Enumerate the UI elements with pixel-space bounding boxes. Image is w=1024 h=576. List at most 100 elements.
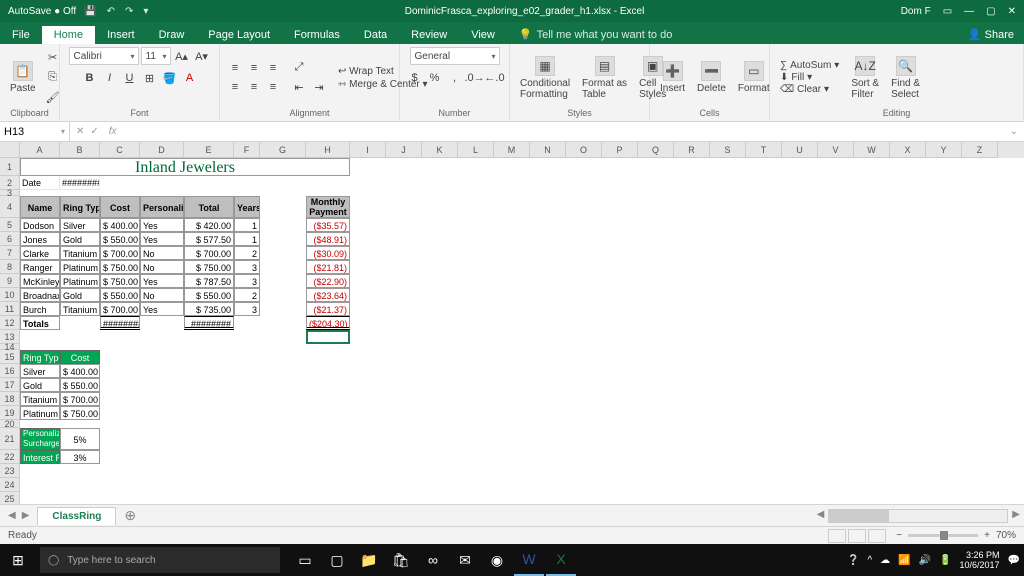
cell[interactable]: ######## [184,316,234,330]
taskbar-explorer[interactable]: 📁 [354,544,384,576]
border-icon[interactable]: ⊞ [141,69,159,87]
redo-icon[interactable]: ↷ [125,6,133,17]
taskbar-app1[interactable]: ▢ [322,544,352,576]
taskbar-word[interactable]: W [514,544,544,576]
row-header-18[interactable]: 18 [0,392,20,406]
tab-data[interactable]: Data [352,26,399,44]
new-sheet-button[interactable]: ⊕ [116,507,144,524]
col-header-R[interactable]: R [674,142,710,158]
conditional-formatting-button[interactable]: ▦Conditional Formatting [516,56,574,100]
col-header-C[interactable]: C [100,142,140,158]
name-box[interactable]: H13 [0,122,70,141]
indent-dec-icon[interactable]: ⇤ [290,79,308,97]
tell-me[interactable]: 💡Tell me what you want to do [507,25,684,44]
cell[interactable]: ($30.09) [306,246,350,260]
row-header-4[interactable]: 4 [0,196,20,218]
zoom-level[interactable]: 70% [996,530,1016,541]
cell[interactable]: ######## [60,176,100,190]
row-header-19[interactable]: 19 [0,406,20,420]
cell[interactable]: $ 550.00 [100,232,140,246]
spreadsheet-grid[interactable]: ABCDEFGHIJKLMNOPQRSTUVWXYZ 1234567891011… [0,142,1024,504]
share-button[interactable]: 👤 Share [958,25,1024,44]
row-header-7[interactable]: 7 [0,246,20,260]
dec-decimal-icon[interactable]: ←.0 [486,69,504,87]
cell[interactable]: Platinum [60,274,100,288]
fill-button[interactable]: ⬇ Fill ▾ [776,72,843,83]
col-header-A[interactable]: A [20,142,60,158]
cell[interactable]: Ring Type [20,350,60,364]
tray-notifications-icon[interactable]: 💬 [1008,555,1020,566]
cell[interactable]: Totals [20,316,60,330]
tray-up-icon[interactable]: ^ [867,555,872,566]
taskbar-store[interactable]: 🛍 [386,544,416,576]
col-header-Q[interactable]: Q [638,142,674,158]
cell[interactable]: Interest Rate [20,450,60,464]
tab-insert[interactable]: Insert [95,26,147,44]
row-header-9[interactable]: 9 [0,274,20,288]
tab-file[interactable]: File [0,26,42,44]
row-header-21[interactable]: 21 [0,428,20,450]
bold-button[interactable]: B [81,69,99,87]
cell[interactable]: Cost [100,196,140,218]
cell[interactable]: $ 420.00 [184,218,234,232]
cut-icon[interactable]: ✂ [44,49,62,67]
font-size-combo[interactable]: 11 [141,47,171,65]
align-center-icon[interactable]: ≡ [245,78,263,96]
view-normal-icon[interactable] [828,529,846,543]
cell[interactable]: Platinum [20,406,60,420]
cell[interactable]: 5% [60,428,100,450]
align-bottom-icon[interactable]: ≡ [264,59,282,77]
cell[interactable]: Titanium [60,246,100,260]
cell[interactable]: ($22.90) [306,274,350,288]
col-header-W[interactable]: W [854,142,890,158]
find-select-button[interactable]: 🔍Find & Select [887,56,924,100]
cell[interactable]: Jones [20,232,60,246]
cell[interactable]: Titanium [60,302,100,316]
cell[interactable]: ($35.57) [306,218,350,232]
col-header-K[interactable]: K [422,142,458,158]
cell[interactable]: $ 400.00 [100,218,140,232]
sort-filter-button[interactable]: A↓ZSort & Filter [847,56,883,100]
col-header-M[interactable]: M [494,142,530,158]
cell[interactable]: ($21.37) [306,302,350,316]
cell[interactable]: No [140,260,184,274]
cell[interactable]: $ 787.50 [184,274,234,288]
tray-wifi-icon[interactable]: 📶 [898,555,910,566]
cell[interactable]: 3% [60,450,100,464]
row-header-5[interactable]: 5 [0,218,20,232]
cell[interactable]: $ 700.00 [100,302,140,316]
row-header-1[interactable]: 1 [0,158,20,176]
cell[interactable]: Clarke [20,246,60,260]
cell[interactable]: 3 [234,302,260,316]
col-header-P[interactable]: P [602,142,638,158]
cell[interactable]: ($48.91) [306,232,350,246]
cell[interactable]: $ 700.00 [100,246,140,260]
col-header-V[interactable]: V [818,142,854,158]
align-left-icon[interactable]: ≡ [226,78,244,96]
cell[interactable]: 1 [234,232,260,246]
cell[interactable]: Personalized [140,196,184,218]
underline-button[interactable]: U [121,69,139,87]
col-header-U[interactable]: U [782,142,818,158]
col-header-S[interactable]: S [710,142,746,158]
cell[interactable]: ($21.81) [306,260,350,274]
inc-decimal-icon[interactable]: .0→ [466,69,484,87]
view-layout-icon[interactable] [848,529,866,543]
taskbar-search[interactable]: ◯Type here to search [40,547,280,573]
autosave-toggle[interactable]: AutoSave ● Off [8,6,76,17]
sheet-prev-icon[interactable]: ◀ [8,510,16,521]
shrink-font-icon[interactable]: A▾ [193,47,211,65]
ribbon-options-icon[interactable]: ▭ [943,6,952,17]
row-header-16[interactable]: 16 [0,364,20,378]
cell[interactable]: ######## [100,316,140,330]
row-header-20[interactable]: 20 [0,420,20,428]
col-header-Y[interactable]: Y [926,142,962,158]
cell[interactable]: $ 700.00 [184,246,234,260]
row-header-6[interactable]: 6 [0,232,20,246]
cell[interactable]: No [140,246,184,260]
cell[interactable]: 3 [234,274,260,288]
cell[interactable]: $ 700.00 [60,392,100,406]
cell[interactable]: $ 735.00 [184,302,234,316]
percent-icon[interactable]: % [426,69,444,87]
col-header-T[interactable]: T [746,142,782,158]
